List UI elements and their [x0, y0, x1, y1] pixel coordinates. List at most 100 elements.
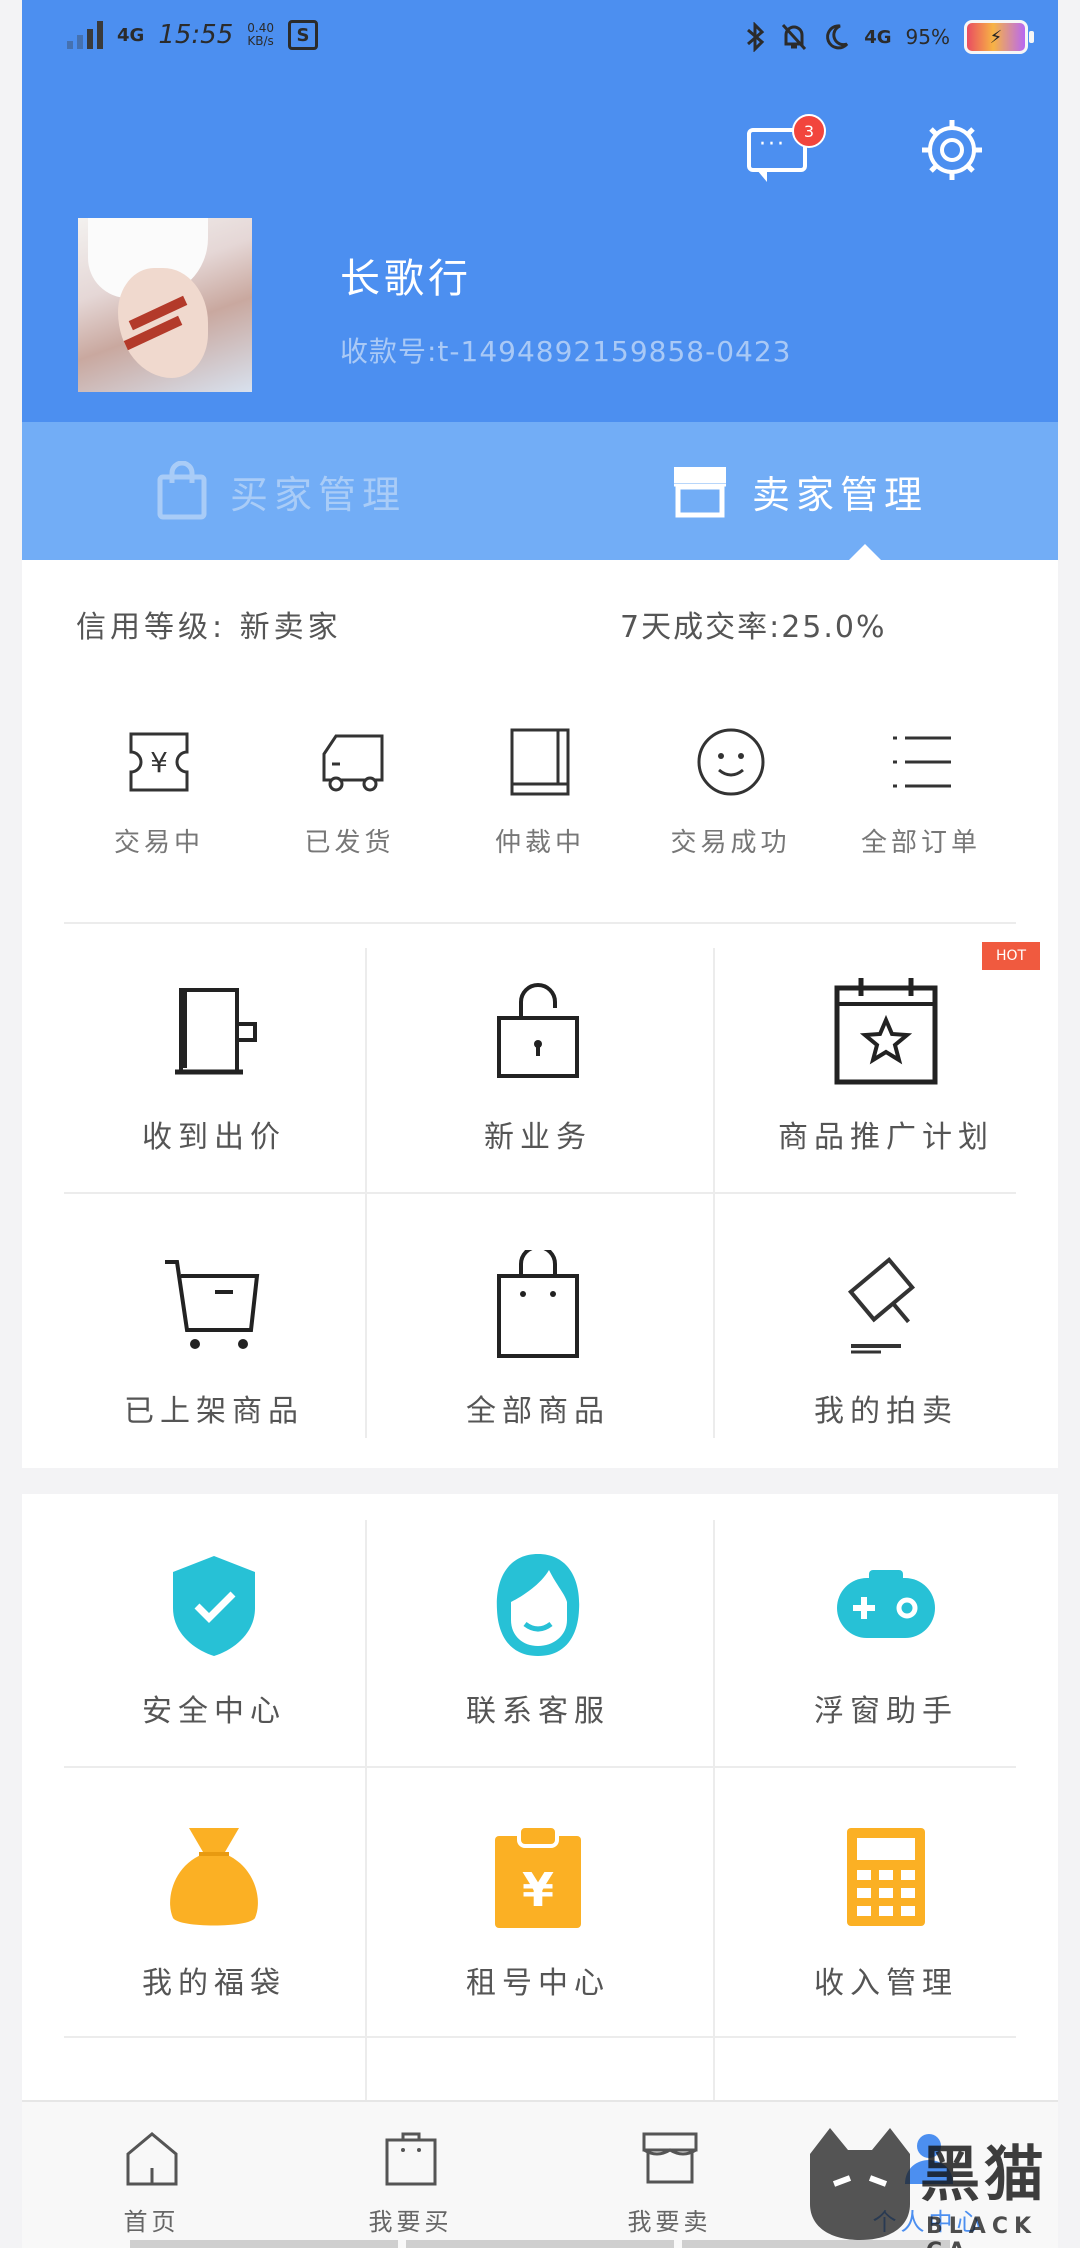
list-icon: [893, 736, 951, 788]
order-success[interactable]: 交易成功: [636, 722, 826, 859]
username: 长歌行: [340, 256, 472, 302]
bag-icon: [157, 461, 207, 520]
divider: [64, 1766, 1016, 1768]
truck-icon: [322, 734, 383, 792]
settings-gear-icon[interactable]: [917, 115, 987, 185]
calendar-star-icon: [834, 978, 938, 1085]
cart-icon: [165, 1260, 260, 1349]
network-type: 4G: [117, 24, 145, 46]
app-notification-icon: S: [287, 20, 318, 50]
order-success-label: 交易成功: [670, 828, 791, 858]
svg-text:¥: ¥: [150, 746, 168, 779]
battery-icon: ⚡: [964, 20, 1034, 54]
divider: [713, 948, 715, 1438]
smile-icon: [697, 728, 764, 796]
hot-badge: HOT: [982, 942, 1040, 970]
service-offers-received[interactable]: 收到出价: [64, 976, 364, 1156]
gamepad-icon: [837, 1570, 935, 1638]
service-all-items[interactable]: 全部商品: [388, 1250, 688, 1430]
tool-floating-assistant[interactable]: 浮窗助手: [736, 1550, 1036, 1730]
nav-home-label: 首页: [123, 2208, 180, 2236]
svg-text:¥: ¥: [522, 1863, 554, 1917]
service-label: 已上架商品: [124, 1394, 304, 1429]
service-my-auctions[interactable]: 我的拍卖: [736, 1250, 1036, 1430]
network-type-2: 4G: [864, 26, 892, 48]
status-bar: 4G 15:55 0.40 KB/s S 4G 95% ⚡: [22, 0, 1058, 80]
divider: [365, 1520, 367, 2100]
nav-profile[interactable]: 个人中心: [799, 2102, 1058, 2248]
tool-contact-support[interactable]: 联系客服: [388, 1550, 688, 1730]
order-all[interactable]: 全部订单: [826, 722, 1016, 859]
shopping-bag-icon: [385, 2132, 436, 2186]
calculator-icon: [847, 1828, 925, 1926]
service-promotion-plan[interactable]: 商品推广计划: [736, 976, 1036, 1156]
book-icon: [510, 728, 570, 796]
order-arbitration-label: 仲裁中: [494, 828, 585, 858]
credit-value: 新卖家: [239, 610, 342, 645]
network-speed: 0.40 KB/s: [247, 22, 274, 48]
tool-label: 收入管理: [814, 1966, 958, 2001]
tool-lucky-bag[interactable]: 我的福袋: [64, 1822, 364, 2002]
divider: [64, 922, 1016, 924]
payment-account-id: 收款号:t-1494892159858-0423: [340, 335, 792, 368]
service-label: 商品推广计划: [778, 1120, 994, 1155]
credit-level: 信用等级: 新卖家: [76, 602, 342, 646]
tool-label: 浮窗助手: [814, 1694, 958, 1729]
order-trading-label: 交易中: [113, 828, 204, 858]
speed-value: 0.40: [247, 21, 274, 35]
bag-icon: [497, 1250, 579, 1358]
yuan-ticket-icon: ¥: [129, 732, 189, 792]
tab-buyer-management[interactable]: 买家管理: [22, 422, 540, 560]
service-label: 全部商品: [466, 1394, 610, 1429]
service-new-business[interactable]: 新业务: [388, 976, 688, 1156]
deal-rate: 7天成交率:25.0%: [620, 610, 887, 645]
service-label: 新业务: [484, 1120, 592, 1155]
service-listed-items[interactable]: 已上架商品: [64, 1250, 364, 1430]
tab-seller-management[interactable]: 卖家管理: [540, 422, 1058, 560]
bottom-navigation: 首页 我要买 我要卖 个人中心: [22, 2100, 1058, 2248]
speed-unit: KB/s: [247, 34, 274, 48]
clock: 15:55: [158, 20, 234, 50]
profile-header: 4G 15:55 0.40KB/s S 4G 95% ⚡ ··· 3 长歌行: [22, 0, 1058, 560]
order-arbitration[interactable]: 仲裁中: [445, 722, 635, 859]
tool-security-center[interactable]: 安全中心: [64, 1550, 364, 1730]
mug-icon: [175, 988, 257, 1075]
order-trading[interactable]: ¥ 交易中: [64, 722, 254, 859]
moon-icon: [826, 24, 849, 50]
credit-label: 信用等级:: [76, 610, 227, 645]
nav-sell[interactable]: 我要卖: [540, 2102, 799, 2248]
order-all-label: 全部订单: [860, 828, 981, 858]
tab-seller-label: 卖家管理: [751, 472, 928, 517]
person-icon: [904, 2134, 953, 2184]
service-label: 我的拍卖: [814, 1394, 958, 1429]
nav-buy[interactable]: 我要买: [281, 2102, 540, 2248]
active-tab-indicator: [849, 544, 881, 560]
support-agent-icon: [496, 1554, 580, 1656]
order-shipped[interactable]: 已发货: [255, 722, 445, 859]
nav-home[interactable]: 首页: [22, 2102, 281, 2248]
shield-check-icon: [173, 1556, 255, 1656]
avatar[interactable]: [78, 218, 252, 392]
divider: [64, 2036, 1016, 2038]
tool-income-management[interactable]: 收入管理: [736, 1822, 1036, 2002]
divider: [713, 1520, 715, 2100]
nav-profile-label: 个人中心: [872, 2208, 985, 2236]
order-shipped-label: 已发货: [304, 828, 395, 858]
tool-label: 安全中心: [142, 1694, 286, 1729]
tab-buyer-label: 买家管理: [229, 472, 406, 517]
lucky-bag-icon: [170, 1828, 258, 1926]
signal-icon: [67, 21, 103, 49]
home-indicator: [130, 2240, 950, 2248]
battery-percent: 95%: [905, 25, 950, 49]
store-icon: [642, 2132, 697, 2184]
nav-sell-label: 我要卖: [627, 2208, 712, 2236]
message-count-badge: 3: [792, 114, 826, 148]
gavel-icon: [847, 1256, 916, 1354]
role-tabs: 买家管理 卖家管理: [22, 422, 1058, 560]
lock-icon: [497, 983, 579, 1078]
divider: [64, 1192, 1016, 1194]
service-label: 收到出价: [142, 1120, 286, 1155]
yuan-clipboard-icon: ¥: [495, 1824, 581, 1928]
tool-rental-center[interactable]: ¥ 租号中心: [388, 1822, 688, 2002]
divider: [365, 948, 367, 1438]
